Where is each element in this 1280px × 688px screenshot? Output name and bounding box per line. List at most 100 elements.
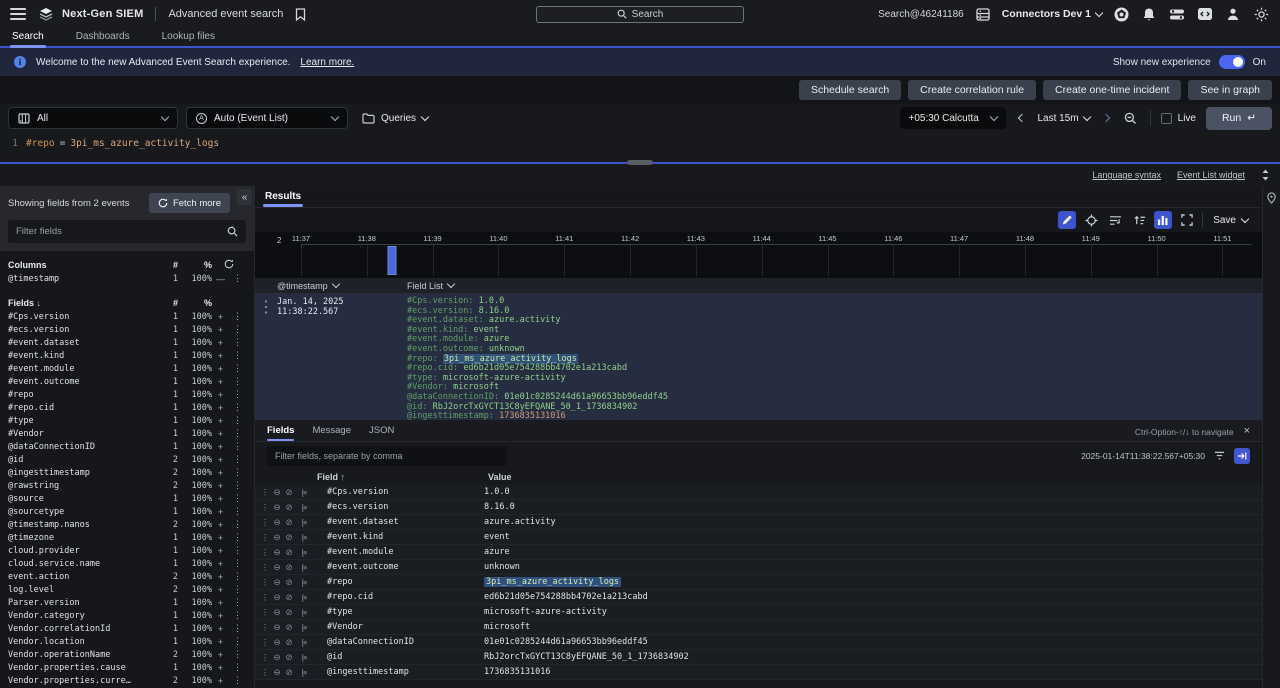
sort-up-icon[interactable]: ↑ <box>341 472 346 482</box>
include-filter-icon[interactable]: ⊖ <box>271 622 283 633</box>
event-list-widget-link[interactable]: Event List widget <box>1177 170 1245 180</box>
tab-fields[interactable]: Fields <box>267 425 294 441</box>
remove-column-icon[interactable]: — <box>212 274 229 284</box>
add-column-icon[interactable]: + <box>212 364 229 374</box>
support-badge-icon[interactable] <box>1112 5 1130 23</box>
include-filter-icon[interactable]: ⊖ <box>271 517 283 528</box>
exclude-filter-icon[interactable]: ⊘ <box>283 502 295 513</box>
menu-icon[interactable] <box>10 8 26 20</box>
fetch-more-button[interactable]: Fetch more <box>149 193 230 213</box>
editor-resize-handle[interactable] <box>627 160 653 165</box>
field-row[interactable]: #event.outcome 1 100% + ⋮ <box>0 375 254 388</box>
field-menu-icon[interactable]: ⋮ <box>229 649 246 660</box>
format-field-icon[interactable]: [≡ <box>295 653 313 662</box>
field-row[interactable]: Vendor.properties.cause 1 100% + ⋮ <box>0 661 254 674</box>
add-column-icon[interactable]: + <box>212 650 229 660</box>
format-field-icon[interactable]: [≡ <box>295 638 313 647</box>
add-column-icon[interactable]: + <box>212 312 229 322</box>
tab-json[interactable]: JSON <box>369 425 394 441</box>
format-field-icon[interactable]: [≡ <box>295 563 313 572</box>
tab-message[interactable]: Message <box>312 425 351 441</box>
field-menu-icon[interactable]: ⋮ <box>229 454 246 465</box>
include-filter-icon[interactable]: ⊖ <box>271 637 283 648</box>
inspector-row[interactable]: ⋮ ⊖ ⊘ [≡ #repo 3pi_ms_azure_activity_log… <box>255 575 1262 590</box>
inspector-row[interactable]: ⋮ ⊖ ⊘ [≡ @id RbJ2orcTxGYCT13C8yEFQANE_50… <box>255 650 1262 665</box>
exclude-filter-icon[interactable]: ⊘ <box>283 622 295 633</box>
wrap-text-icon[interactable] <box>1106 211 1124 229</box>
add-column-icon[interactable]: + <box>212 624 229 634</box>
theme-sun-icon[interactable] <box>1252 5 1270 23</box>
query-editor[interactable]: 1 #repo = 3pi_ms_azure_activity_logs <box>0 132 1280 162</box>
row-menu-icon[interactable]: ⋮ <box>259 517 271 528</box>
queries-button[interactable]: Queries <box>356 113 434 124</box>
tab-lookup-files[interactable]: Lookup files <box>160 31 217 46</box>
tab-search[interactable]: Search <box>10 31 46 46</box>
field-row[interactable]: cloud.service.name 1 100% + ⋮ <box>0 557 254 570</box>
field-menu-icon[interactable]: ⋮ <box>229 545 246 556</box>
event-list-icon[interactable] <box>974 5 992 23</box>
save-button[interactable]: Save <box>1213 215 1248 226</box>
row-menu-icon[interactable]: ⋮ <box>259 502 271 513</box>
see-in-graph-button[interactable]: See in graph <box>1188 80 1272 100</box>
field-row[interactable]: @dataConnectionID 1 100% + ⋮ <box>0 440 254 453</box>
learn-more-link[interactable]: Learn more. <box>300 57 354 68</box>
tab-results[interactable]: Results <box>263 191 303 207</box>
annotate-pencil-icon[interactable] <box>1058 211 1076 229</box>
chart-toggle-icon[interactable] <box>1154 211 1172 229</box>
collapse-sidebar-icon[interactable]: « <box>237 189 252 205</box>
add-column-icon[interactable]: + <box>212 338 229 348</box>
add-column-icon[interactable]: + <box>212 572 229 582</box>
include-filter-icon[interactable]: ⊖ <box>271 547 283 558</box>
field-row[interactable]: Vendor.category 1 100% + ⋮ <box>0 609 254 622</box>
row-menu-icon[interactable]: ⋮ <box>259 622 271 633</box>
exclude-filter-icon[interactable]: ⊘ <box>283 487 295 498</box>
row-menu-icon[interactable]: ⋮ <box>259 607 271 618</box>
create-correlation-rule-button[interactable]: Create correlation rule <box>908 80 1036 100</box>
previous-range-icon[interactable] <box>1016 112 1028 124</box>
field-filter-input[interactable] <box>16 226 227 237</box>
tab-dashboards[interactable]: Dashboards <box>74 31 132 46</box>
format-field-icon[interactable]: [≡ <box>295 578 313 587</box>
inspector-row[interactable]: ⋮ ⊖ ⊘ [≡ #event.module azure <box>255 545 1262 560</box>
filter-funnel-icon[interactable] <box>1214 451 1225 461</box>
field-menu-icon[interactable]: ⋮ <box>229 441 246 452</box>
format-field-icon[interactable]: [≡ <box>295 623 313 632</box>
field-row[interactable]: Vendor.operationName 2 100% + ⋮ <box>0 648 254 661</box>
include-filter-icon[interactable]: ⊖ <box>271 502 283 513</box>
format-field-icon[interactable]: [≡ <box>295 608 313 617</box>
add-column-icon[interactable]: + <box>212 351 229 361</box>
add-column-icon[interactable]: + <box>212 598 229 608</box>
add-column-icon[interactable]: + <box>212 390 229 400</box>
field-menu-icon[interactable]: ⋮ <box>229 493 246 504</box>
inspector-row[interactable]: ⋮ ⊖ ⊘ [≡ #repo.cid ed6b21d05e754288bb470… <box>255 590 1262 605</box>
column-menu-icon[interactable]: ⋮ <box>229 273 246 284</box>
exclude-filter-icon[interactable]: ⊘ <box>283 637 295 648</box>
format-field-icon[interactable]: [≡ <box>295 593 313 602</box>
create-one-time-incident-button[interactable]: Create one-time incident <box>1043 80 1181 100</box>
field-menu-icon[interactable]: ⋮ <box>229 636 246 647</box>
inspector-row[interactable]: ⋮ ⊖ ⊘ [≡ @dataConnectionID 01e01c0285244… <box>255 635 1262 650</box>
field-menu-icon[interactable]: ⋮ <box>229 480 246 491</box>
add-column-icon[interactable]: + <box>212 377 229 387</box>
exclude-filter-icon[interactable]: ⊘ <box>283 667 295 678</box>
format-field-icon[interactable]: [≡ <box>295 533 313 542</box>
field-row[interactable]: @sourcetype 1 100% + ⋮ <box>0 505 254 518</box>
field-row[interactable]: @rawstring 2 100% + ⋮ <box>0 479 254 492</box>
field-row[interactable]: event.action 2 100% + ⋮ <box>0 570 254 583</box>
row-menu-icon[interactable]: ⋮ <box>259 577 271 588</box>
add-column-icon[interactable]: + <box>212 429 229 439</box>
zoom-out-icon[interactable] <box>1122 109 1140 127</box>
field-menu-icon[interactable]: ⋮ <box>229 324 246 335</box>
field-row[interactable]: #event.dataset 1 100% + ⋮ <box>0 336 254 349</box>
column-row[interactable]: @timestamp 1 100% — ⋮ <box>0 272 254 285</box>
add-column-icon[interactable]: + <box>212 611 229 621</box>
exclude-filter-icon[interactable]: ⊘ <box>283 607 295 618</box>
event-row-selected[interactable]: ⋮ Jan. 14, 2025 11:38:22.567 #Cps.versio… <box>255 294 1262 420</box>
inspector-row[interactable]: ⋮ ⊖ ⊘ [≡ #event.dataset azure.activity <box>255 515 1262 530</box>
field-menu-icon[interactable]: ⋮ <box>229 350 246 361</box>
api-console-icon[interactable] <box>1196 5 1214 23</box>
include-filter-icon[interactable]: ⊖ <box>271 577 283 588</box>
row-menu-icon[interactable]: ⋮ <box>259 487 271 498</box>
add-column-icon[interactable]: + <box>212 676 229 686</box>
inspector-row[interactable]: ⋮ ⊖ ⊘ [≡ #event.kind event <box>255 530 1262 545</box>
